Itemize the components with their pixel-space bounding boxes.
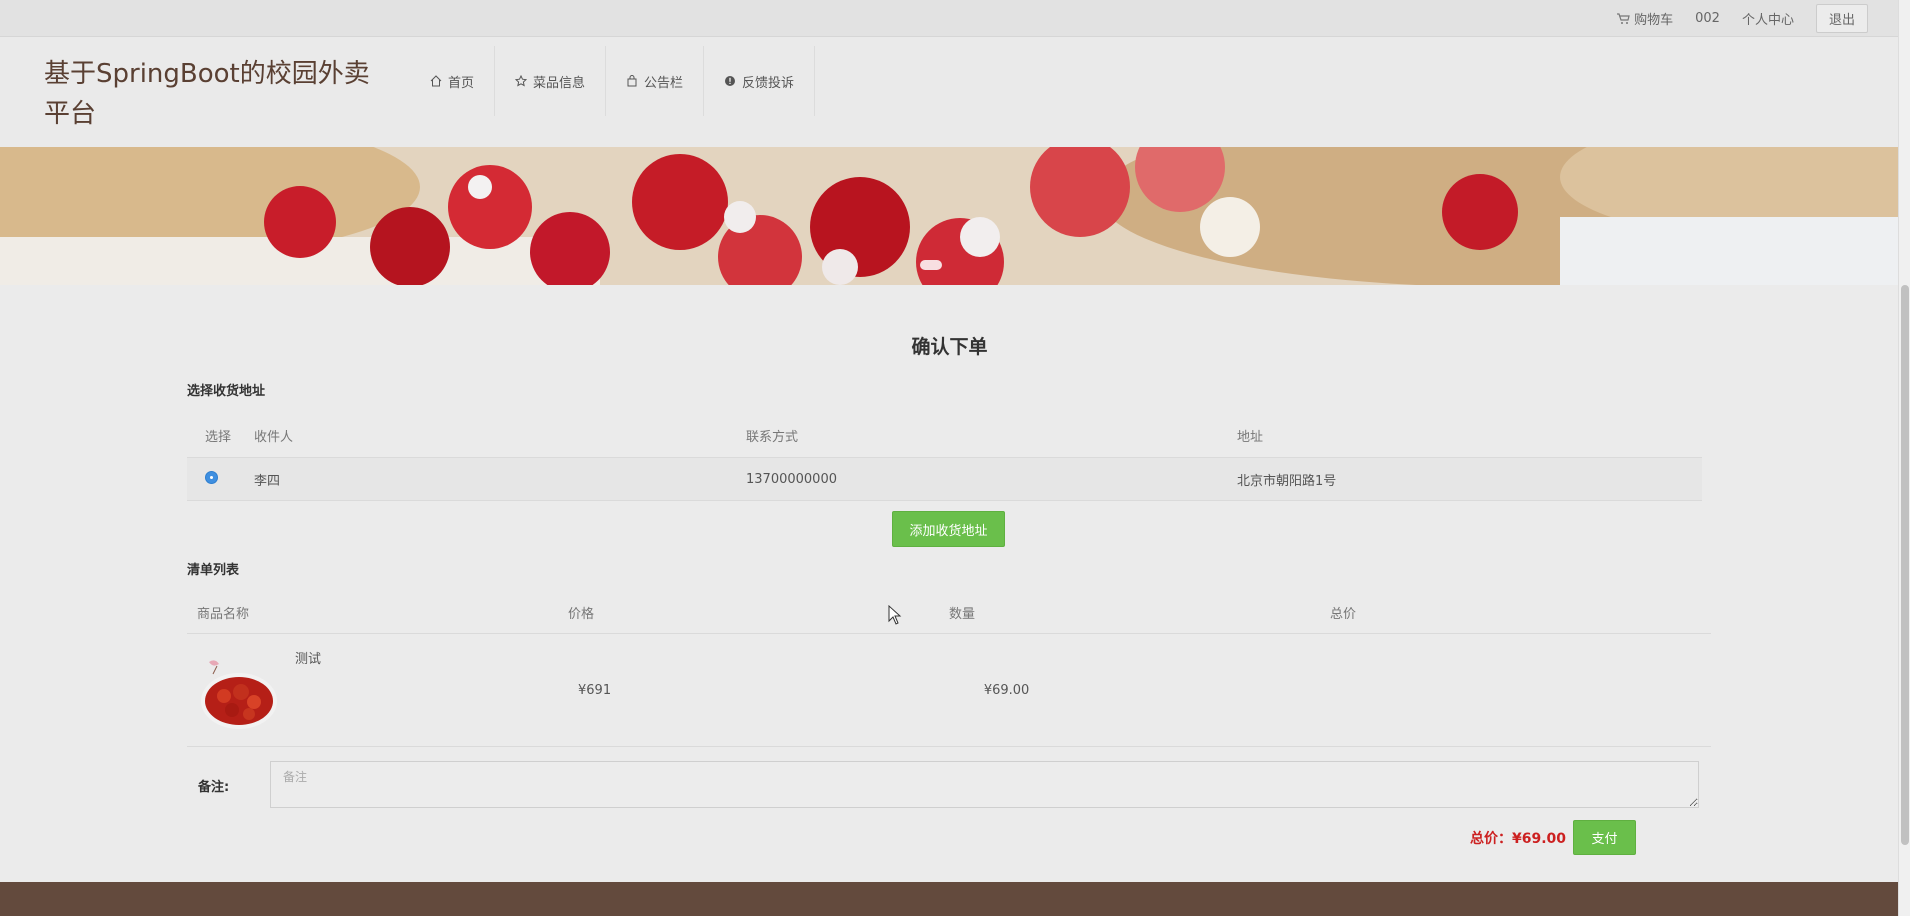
main-nav: 首页 菜品信息 公告栏 反馈投诉 — [410, 46, 816, 116]
column-header-product: 商品名称 — [197, 606, 250, 622]
banner-carousel[interactable] — [0, 147, 1898, 285]
site-title[interactable]: 基于SpringBoot的校园外卖平台 — [44, 54, 394, 134]
profile-label: 个人中心 — [1741, 13, 1794, 28]
logout-button[interactable]: 退出 — [1815, 4, 1868, 33]
nav-item-label: 菜品信息 — [533, 75, 586, 91]
cart-link[interactable]: 购物车 — [1616, 9, 1673, 28]
remark-label: 备注: — [198, 780, 230, 795]
column-header-recipient: 收件人 — [254, 429, 294, 445]
carousel-indicator[interactable] — [920, 260, 942, 270]
nav-item-label: 首页 — [448, 75, 475, 91]
remark-input[interactable] — [270, 761, 1699, 808]
username-link[interactable]: 002 — [1695, 11, 1720, 26]
column-header-quantity: 数量 — [949, 606, 976, 622]
pay-button[interactable]: 支付 — [1573, 820, 1636, 855]
nav-item-home[interactable]: 首页 — [410, 46, 496, 116]
nav-item-label: 反馈投诉 — [742, 75, 795, 91]
address-radio[interactable] — [205, 470, 218, 484]
cart-icon — [1617, 12, 1630, 24]
address-table: 选择 收件人 联系方式 地址 李四 13700000000 北京市朝阳路1号 — [187, 413, 1702, 501]
address-table-header: 选择 收件人 联系方式 地址 — [187, 413, 1702, 457]
recipient-phone: 13700000000 — [746, 471, 837, 487]
column-header-select: 选择 — [205, 429, 232, 445]
top-links: 购物车 002 个人中心 退出 — [1616, 4, 1868, 33]
order-list-table: 商品名称 价格 数量 总价 测试 ¥69 1 ¥69.00 — [187, 591, 1711, 747]
add-address-button[interactable]: 添加收货地址 — [892, 511, 1005, 547]
address-row[interactable]: 李四 13700000000 北京市朝阳路1号 — [187, 457, 1702, 501]
nav-item-notice[interactable]: 公告栏 — [606, 46, 705, 116]
product-quantity: 1 — [602, 682, 612, 698]
profile-link[interactable]: 个人中心 — [1742, 9, 1794, 28]
cart-label: 购物车 — [1634, 13, 1674, 28]
page-footer — [0, 882, 1898, 916]
nav-item-label: 公告栏 — [644, 75, 684, 91]
nav-item-feedback[interactable]: 反馈投诉 — [704, 46, 816, 116]
column-header-phone: 联系方式 — [746, 429, 799, 445]
order-list-header: 商品名称 价格 数量 总价 — [187, 591, 1711, 634]
column-header-address: 地址 — [1237, 429, 1264, 445]
bag-icon — [627, 75, 637, 87]
scrollbar-thumb[interactable] — [1901, 285, 1909, 845]
product-total: ¥69.00 — [983, 682, 1030, 698]
alert-circle-icon — [725, 76, 736, 86]
page-title: 确认下单 — [911, 336, 988, 358]
address-section-title: 选择收货地址 — [187, 384, 266, 399]
column-header-total: 总价 — [1330, 606, 1357, 622]
recipient-name: 李四 — [254, 473, 281, 489]
order-item-row: 测试 ¥69 1 ¥69.00 — [187, 634, 1711, 747]
star-icon — [515, 75, 528, 87]
select-cell — [187, 470, 254, 488]
mouse-cursor-icon — [888, 605, 902, 625]
product-image — [201, 660, 277, 729]
banner-image — [0, 147, 1898, 285]
order-total: 总价：¥69.00 — [1470, 831, 1567, 847]
home-icon — [430, 75, 442, 87]
order-list-section-title: 清单列表 — [187, 563, 240, 578]
top-bar: 购物车 002 个人中心 退出 — [0, 0, 1898, 37]
logout-label: 退出 — [1828, 13, 1855, 28]
recipient-address: 北京市朝阳路1号 — [1237, 473, 1337, 489]
username: 002 — [1695, 11, 1720, 26]
nav-item-dishes[interactable]: 菜品信息 — [495, 46, 607, 116]
site-header: 基于SpringBoot的校园外卖平台 首页 菜品信息 公告栏 反馈投诉 — [0, 37, 1898, 147]
page-scrollbar[interactable] — [1898, 0, 1910, 916]
product-name[interactable]: 测试 — [295, 648, 321, 667]
